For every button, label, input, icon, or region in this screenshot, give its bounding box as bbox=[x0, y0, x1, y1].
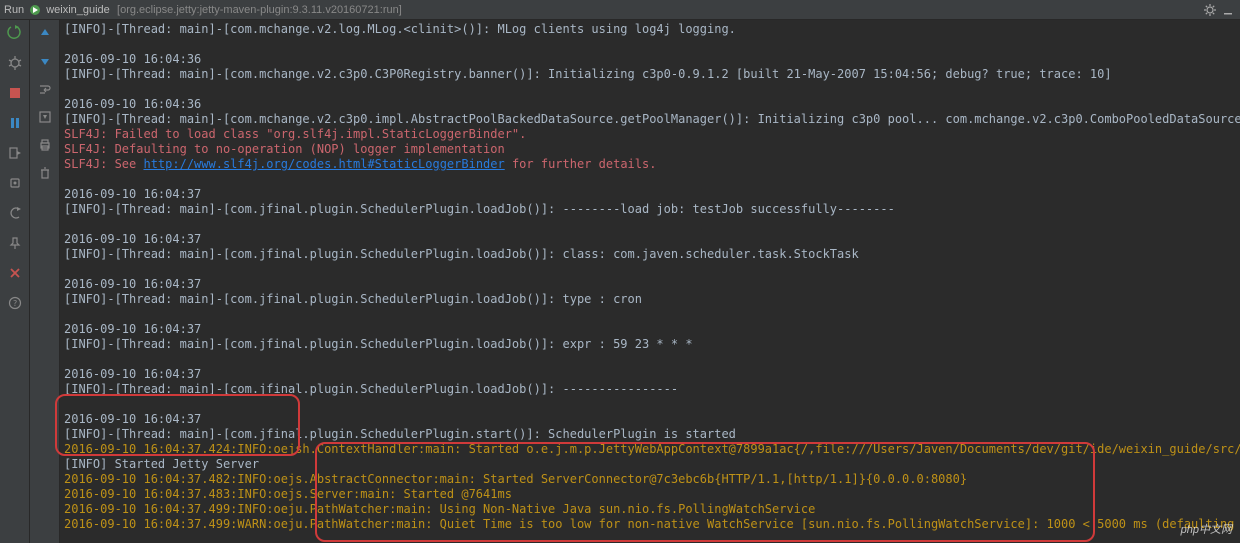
console-line bbox=[64, 217, 1236, 232]
console-line bbox=[64, 37, 1236, 52]
stop-icon[interactable] bbox=[6, 84, 24, 102]
console-line: 2016-09-10 16:04:37 bbox=[64, 322, 1236, 337]
debug-icon[interactable] bbox=[6, 54, 24, 72]
scroll-to-end-icon[interactable] bbox=[36, 108, 54, 126]
console-line: [INFO]-[Thread: main]-[com.jfinal.plugin… bbox=[64, 337, 1236, 352]
console-line: [INFO]-[Thread: main]-[com.mchange.v2.c3… bbox=[64, 112, 1236, 127]
console-line bbox=[64, 82, 1236, 97]
console-line bbox=[64, 397, 1236, 412]
watermark: php中文网 bbox=[1181, 521, 1232, 537]
console-line: [INFO]-[Thread: main]-[com.jfinal.plugin… bbox=[64, 382, 1236, 397]
console-line: [INFO]-[Thread: main]-[com.mchange.v2.lo… bbox=[64, 22, 1236, 37]
run-config-detail: [org.eclipse.jetty:jetty-maven-plugin:9.… bbox=[117, 4, 402, 16]
console-line: 2016-09-10 16:04:37 bbox=[64, 187, 1236, 202]
run-config-name: weixin_guide bbox=[46, 4, 110, 16]
clear-icon[interactable] bbox=[36, 164, 54, 182]
console-line: [INFO]-[Thread: main]-[com.mchange.v2.c3… bbox=[64, 67, 1236, 82]
settings-icon[interactable] bbox=[1202, 2, 1218, 18]
restore-layout-icon[interactable] bbox=[6, 204, 24, 222]
exit-icon[interactable] bbox=[6, 144, 24, 162]
soft-wrap-icon[interactable] bbox=[36, 80, 54, 98]
down-icon[interactable] bbox=[36, 52, 54, 70]
up-icon[interactable] bbox=[36, 24, 54, 42]
run-left-gutter: ? bbox=[0, 20, 30, 543]
console-line: [INFO]-[Thread: main]-[com.jfinal.plugin… bbox=[64, 202, 1236, 217]
minimize-icon[interactable] bbox=[1220, 2, 1236, 18]
console-line: [INFO]-[Thread: main]-[com.jfinal.plugin… bbox=[64, 427, 1236, 442]
console-line: 2016-09-10 16:04:37.482:INFO:oejs.Abstra… bbox=[64, 472, 1236, 487]
run-tool-titlebar: Run weixin_guide [org.eclipse.jetty:jett… bbox=[0, 0, 1240, 20]
help-icon[interactable]: ? bbox=[6, 294, 24, 312]
console-line: SLF4J: Defaulting to no-operation (NOP) … bbox=[64, 142, 1236, 157]
console-line: [INFO] Started Jetty Server bbox=[64, 457, 1236, 472]
console-left-gutter bbox=[30, 20, 60, 543]
console-line: SLF4J: See http://www.slf4j.org/codes.ht… bbox=[64, 157, 1236, 172]
pause-icon[interactable] bbox=[6, 114, 24, 132]
console-line: 2016-09-10 16:04:37.483:INFO:oejs.Server… bbox=[64, 487, 1236, 502]
console-line: [INFO]-[Thread: main]-[com.jfinal.plugin… bbox=[64, 247, 1236, 262]
dump-icon[interactable] bbox=[6, 174, 24, 192]
console-line bbox=[64, 172, 1236, 187]
console-output[interactable]: [INFO]-[Thread: main]-[com.mchange.v2.lo… bbox=[60, 20, 1240, 543]
print-icon[interactable] bbox=[36, 136, 54, 154]
console-line bbox=[64, 307, 1236, 322]
rerun-icon[interactable] bbox=[6, 24, 24, 42]
run-label: Run bbox=[4, 4, 24, 16]
console-line: [INFO]-[Thread: main]-[com.jfinal.plugin… bbox=[64, 292, 1236, 307]
main-area: ? [INFO]-[Thread: main]-[com.mchange.v2.… bbox=[0, 20, 1240, 543]
console-line bbox=[64, 262, 1236, 277]
console-line: 2016-09-10 16:04:37 bbox=[64, 232, 1236, 247]
svg-text:?: ? bbox=[12, 299, 17, 308]
console-line: 2016-09-10 16:04:36 bbox=[64, 52, 1236, 67]
console-line: 2016-09-10 16:04:37.499:INFO:oeju.PathWa… bbox=[64, 502, 1236, 517]
console-line: 2016-09-10 16:04:37 bbox=[64, 412, 1236, 427]
console-line: 2016-09-10 16:04:37.499:WARN:oeju.PathWa… bbox=[64, 517, 1236, 532]
console-line: 2016-09-10 16:04:37 bbox=[64, 367, 1236, 382]
console-line: SLF4J: Failed to load class "org.slf4j.i… bbox=[64, 127, 1236, 142]
console-line: 2016-09-10 16:04:37.424:INFO:oejsh.Conte… bbox=[64, 442, 1236, 457]
console-line: 2016-09-10 16:04:37 bbox=[64, 277, 1236, 292]
run-config-icon bbox=[28, 3, 42, 17]
console-line bbox=[64, 352, 1236, 367]
console-line: 2016-09-10 16:04:36 bbox=[64, 97, 1236, 112]
close-icon[interactable] bbox=[6, 264, 24, 282]
pin-icon[interactable] bbox=[6, 234, 24, 252]
